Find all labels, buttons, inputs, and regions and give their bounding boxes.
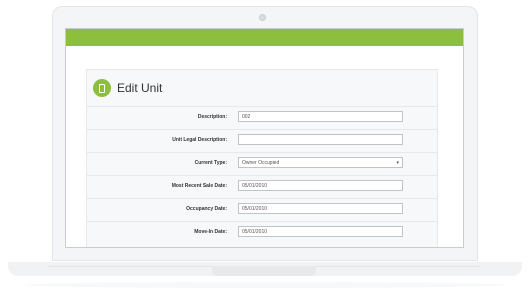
description-label: Description: (197, 114, 227, 120)
unit-legal-description-input[interactable] (238, 134, 403, 145)
move-in-date-label: Move-In Date: (194, 229, 227, 235)
page-title: Edit Unit (117, 81, 163, 95)
current-type-select[interactable]: Owner Occupied ▾ (238, 157, 403, 168)
move-in-date-input[interactable]: 05/01/2010 (238, 226, 403, 237)
description-input[interactable]: 002 (238, 111, 403, 122)
occupancy-date-input[interactable]: 05/01/2010 (238, 203, 403, 214)
current-type-value: Owner Occupied (242, 160, 280, 166)
door-icon (93, 79, 111, 97)
most-recent-sale-date-label: Most Recent Sale Date: (171, 183, 227, 189)
form-row-move-in-date: Move-In Date: 05/01/2010 (87, 221, 437, 244)
occupancy-date-label: Occupancy Date: (186, 206, 227, 212)
base-notch (212, 266, 316, 276)
edit-unit-card: Edit Unit Description: 002 Unit Legal De… (86, 69, 438, 247)
camera (259, 14, 266, 21)
form-row-occupancy-date: Occupancy Date: 05/01/2010 (87, 198, 437, 221)
unit-legal-description-label: Unit Legal Description: (172, 137, 227, 143)
laptop-shadow (24, 282, 506, 288)
form-row-unit-legal-description: Unit Legal Description: (87, 129, 437, 152)
form-row-description: Description: 002 (87, 106, 437, 129)
card-header: Edit Unit (93, 78, 162, 98)
most-recent-sale-date-input[interactable]: 05/01/2010 (238, 180, 403, 191)
screen: Edit Unit Description: 002 Unit Legal De… (65, 28, 464, 248)
chevron-down-icon: ▾ (396, 160, 399, 166)
form-row-most-recent-sale-date: Most Recent Sale Date: 05/01/2010 (87, 175, 437, 198)
current-type-label: Current Type: (194, 160, 227, 166)
form-row-current-type: Current Type: Owner Occupied ▾ (87, 152, 437, 175)
top-bar (66, 29, 463, 46)
